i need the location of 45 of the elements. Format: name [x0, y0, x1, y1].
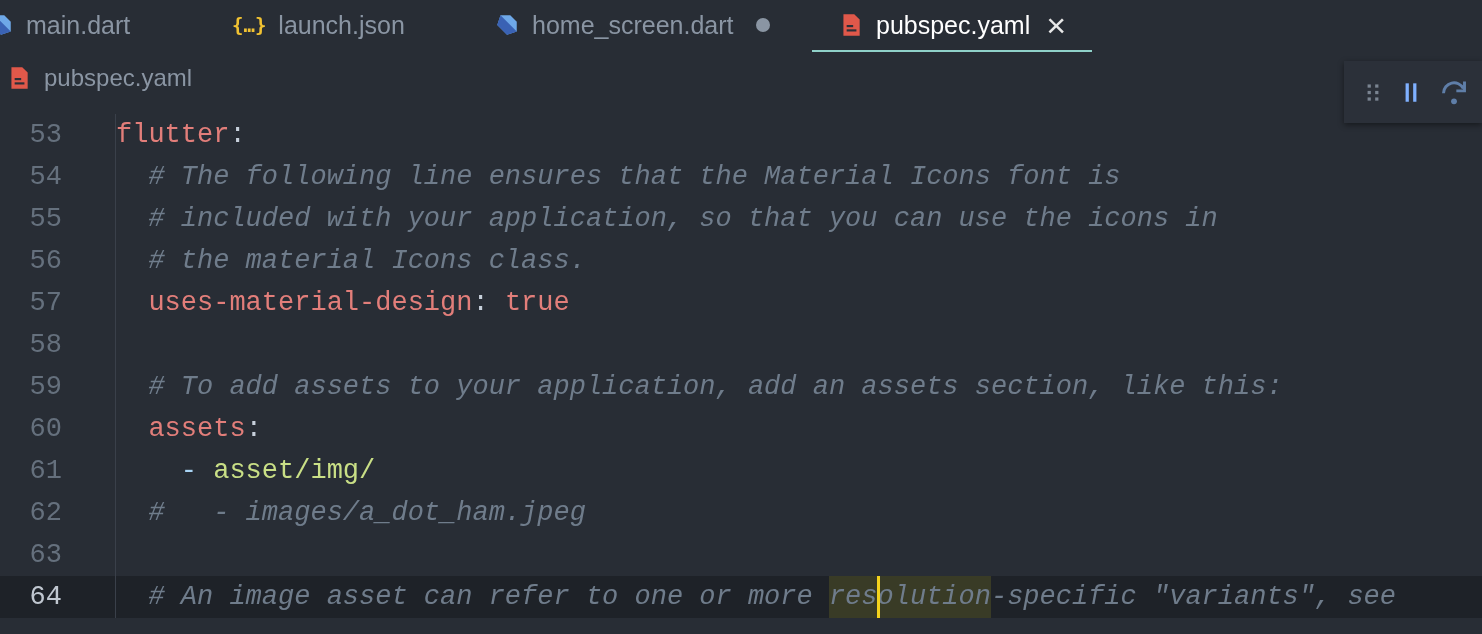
line-number: 53 — [28, 120, 62, 150]
code-punctuation: : — [472, 287, 490, 320]
editor-tab[interactable]: {…} launch.json — [232, 0, 494, 52]
code-comment: # The following line ensures that the Material Icons font is — [147, 161, 1121, 194]
code-comment: # included with your application, so that you can use the icons in — [147, 203, 1218, 236]
tab-label: home_screen.dart — [532, 10, 734, 40]
line-number: 59 — [28, 372, 62, 402]
yaml-key: flutter — [116, 114, 230, 156]
line-number: 57 — [28, 288, 62, 318]
code-comment: # - images/a_dot_ham.jpeg — [147, 497, 586, 530]
editor-tab[interactable]: home_screen.dart — [494, 0, 812, 52]
tab-label: main.dart — [26, 10, 131, 40]
step-over-icon[interactable] — [1440, 78, 1468, 106]
line-number: 61 — [28, 456, 62, 486]
code-comment: # the material Icons class. — [147, 245, 586, 278]
line-number: 58 — [28, 330, 62, 360]
line-number: 63 — [28, 540, 62, 570]
dart-icon — [494, 12, 520, 38]
editor-tab[interactable]: main.dart — [0, 0, 232, 52]
line-number: 62 — [28, 498, 62, 528]
code-punctuation: : — [229, 119, 246, 152]
tab-label: launch.json — [278, 10, 405, 40]
yaml-value: true — [504, 287, 570, 320]
tab-label: pubspec.yaml — [876, 10, 1031, 40]
line-number: 56 — [28, 246, 62, 276]
list-dash: - — [179, 455, 198, 488]
close-button[interactable]: × — [1046, 8, 1067, 42]
line-number: 54 — [28, 162, 62, 192]
line-number: 55 — [28, 204, 62, 234]
code-comment: -specific "variants", see — [990, 581, 1397, 614]
code-comment: # To add assets to your application, add an assets section, like this: — [147, 371, 1283, 404]
code-comment: # An image asset can refer to one or more — [147, 581, 814, 614]
code-punctuation: : — [245, 413, 262, 446]
unsaved-dot — [755, 18, 770, 32]
highlighted-word: olution — [877, 576, 991, 618]
breadcrumb[interactable]: pubspec.yaml — [0, 64, 193, 92]
line-number: 64 — [28, 582, 62, 612]
yaml-key: uses-material-design — [116, 282, 473, 324]
editor-tab[interactable]: pubspec.yaml × — [812, 0, 1093, 52]
yaml-key: assets — [116, 408, 246, 450]
yaml-string: asset/img/ — [213, 455, 376, 488]
json-icon: {…} — [232, 14, 267, 36]
line-number: 60 — [28, 414, 62, 444]
breadcrumb-label: pubspec.yaml — [44, 64, 193, 92]
highlighted-word: res — [828, 576, 878, 618]
